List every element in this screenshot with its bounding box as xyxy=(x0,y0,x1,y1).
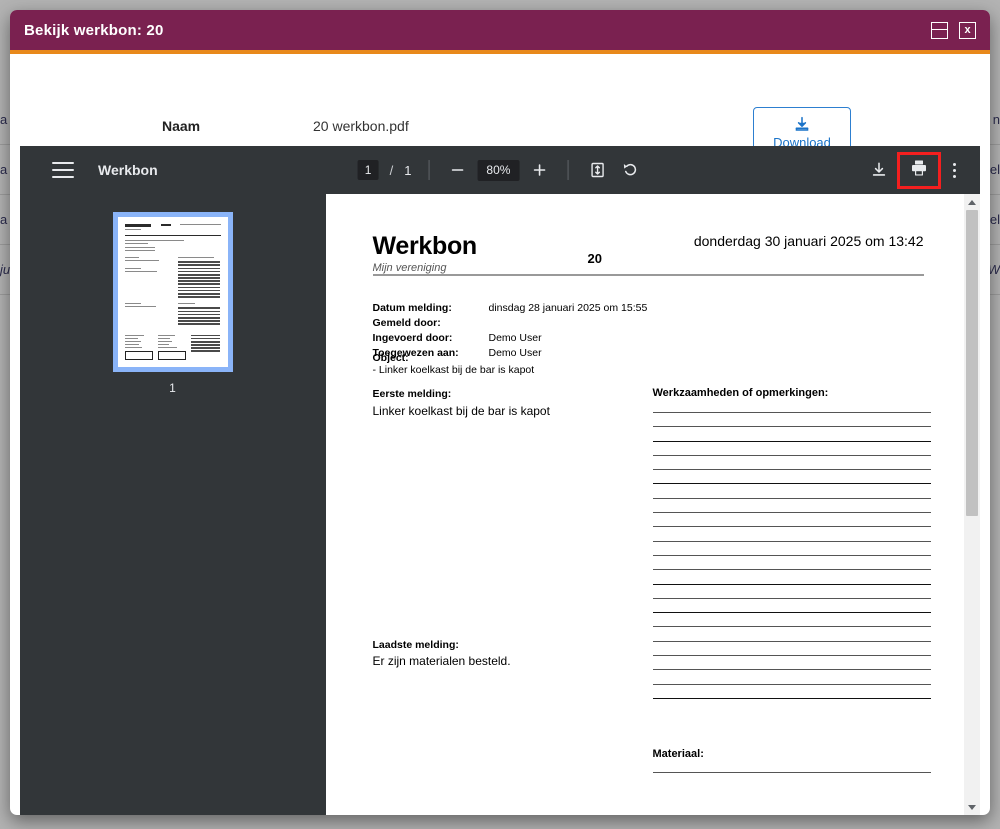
ruled-line xyxy=(653,498,931,499)
document-header: Werkbon Mijn vereniging xyxy=(373,234,477,274)
ruled-line xyxy=(653,569,931,570)
section-laadste-melding: Laadste melding: Er zijn materialen best… xyxy=(373,639,511,668)
section-laadste-heading: Laadste melding: xyxy=(373,639,511,651)
ruled-line xyxy=(653,669,931,670)
document-number: 20 xyxy=(588,251,602,266)
ruled-line xyxy=(653,598,931,599)
ruled-line xyxy=(653,684,931,685)
ruled-line xyxy=(653,441,931,442)
ruled-line xyxy=(653,698,931,699)
ruled-line xyxy=(653,455,931,456)
materiaal-ruled-line xyxy=(653,772,931,773)
ruled-line xyxy=(653,584,931,585)
section-object: Object: - Linker koelkast bij de bar is … xyxy=(373,352,535,376)
scrollbar-track[interactable] xyxy=(964,210,980,799)
pdf-document-title: Werkbon xyxy=(98,162,158,178)
ruled-line xyxy=(653,426,931,427)
ruled-line xyxy=(653,641,931,642)
plus-icon[interactable] xyxy=(528,159,550,181)
toolbar-divider xyxy=(567,160,568,180)
werkzaamheden-ruled-lines xyxy=(653,412,931,699)
ruled-line xyxy=(653,555,931,556)
thumbnail-page-label: 1 xyxy=(169,381,176,395)
pdf-page-pane: Werkbon Mijn vereniging 20 donderdag 30 … xyxy=(325,194,964,815)
hamburger-menu-icon[interactable] xyxy=(52,162,74,178)
scroll-up-arrow-icon[interactable] xyxy=(964,194,980,210)
modal-titlebar: Bekijk werkbon: 20 x xyxy=(10,10,990,50)
ruled-line xyxy=(653,469,931,470)
field-label: Ingevoerd door: xyxy=(373,332,453,344)
download-icon xyxy=(793,116,811,133)
document-date: donderdag 30 januari 2025 om 13:42 xyxy=(694,233,924,249)
kebab-menu-icon[interactable] xyxy=(947,159,962,182)
file-name-value: 20 werkbon.pdf xyxy=(313,118,409,134)
thumbnail-preview xyxy=(118,217,228,367)
ruled-line xyxy=(653,526,931,527)
print-icon xyxy=(909,158,929,183)
section-eerste-heading: Eerste melding: xyxy=(373,388,550,400)
work-order-viewer-modal: Bekijk werkbon: 20 x Naam 20 werkbon.pdf… xyxy=(10,10,990,815)
ruled-line xyxy=(653,512,931,513)
ruled-line xyxy=(653,655,931,656)
ruled-line xyxy=(653,483,931,484)
file-info-bar: Naam 20 werkbon.pdf Download xyxy=(10,54,990,146)
zoom-level-input[interactable] xyxy=(477,160,519,181)
restore-window-icon[interactable] xyxy=(931,22,948,39)
fit-to-page-icon[interactable] xyxy=(585,158,609,182)
pdf-toolbar-right-controls xyxy=(867,152,968,189)
ruled-line xyxy=(653,626,931,627)
download-icon[interactable] xyxy=(867,158,891,182)
field-value: Demo User xyxy=(489,332,542,344)
section-werkzaamheden-heading: Werkzaamheden of opmerkingen: xyxy=(653,387,931,399)
field-label: Gemeld door: xyxy=(373,317,441,329)
pdf-viewer: Werkbon / 1 xyxy=(20,146,980,815)
pdf-vertical-scrollbar[interactable] xyxy=(964,194,980,815)
section-eerste-value: Linker koelkast bij de bar is kapot xyxy=(373,404,550,418)
close-icon[interactable]: x xyxy=(959,22,976,39)
minus-icon[interactable] xyxy=(446,159,468,181)
section-werkzaamheden: Werkzaamheden of opmerkingen: xyxy=(653,387,931,712)
scroll-down-arrow-icon[interactable] xyxy=(964,799,980,815)
section-object-heading: Object: xyxy=(373,352,535,364)
ruled-line xyxy=(653,541,931,542)
ruled-line xyxy=(653,612,931,613)
page-total-count: 1 xyxy=(404,163,411,178)
page-separator: / xyxy=(390,163,394,178)
section-materiaal-heading: Materiaal: xyxy=(653,748,931,760)
field-value: dinsdag 28 januari 2025 om 15:55 xyxy=(489,302,648,314)
print-button[interactable] xyxy=(897,152,941,189)
document-title: Werkbon xyxy=(373,234,477,259)
scrollbar-thumb[interactable] xyxy=(966,210,978,516)
page-thumbnail-1[interactable] xyxy=(113,212,233,372)
document-header-rule xyxy=(373,274,924,276)
pdf-viewer-body: 1 Werkbon Mijn vereniging 20 donderdag 3… xyxy=(20,194,980,815)
page-number-input[interactable] xyxy=(358,160,379,180)
file-name-label: Naam xyxy=(162,118,200,134)
pdf-page-1: Werkbon Mijn vereniging 20 donderdag 30 … xyxy=(326,194,964,815)
document-subtitle: Mijn vereniging xyxy=(373,262,477,274)
pdf-toolbar: Werkbon / 1 xyxy=(20,146,980,194)
field-label: Datum melding: xyxy=(373,302,452,314)
rotate-counterclockwise-icon[interactable] xyxy=(618,158,642,182)
thumbnail-pane: 1 xyxy=(20,194,325,815)
pdf-toolbar-center-controls: / 1 xyxy=(358,158,643,182)
ruled-line xyxy=(653,412,931,413)
modal-title: Bekijk werkbon: 20 xyxy=(24,22,164,39)
toolbar-divider xyxy=(428,160,429,180)
modal-window-controls: x xyxy=(931,22,976,39)
section-object-value: - Linker koelkast bij de bar is kapot xyxy=(373,364,535,376)
section-laadste-value: Er zijn materialen besteld. xyxy=(373,654,511,668)
section-eerste-melding: Eerste melding: Linker koelkast bij de b… xyxy=(373,388,550,418)
